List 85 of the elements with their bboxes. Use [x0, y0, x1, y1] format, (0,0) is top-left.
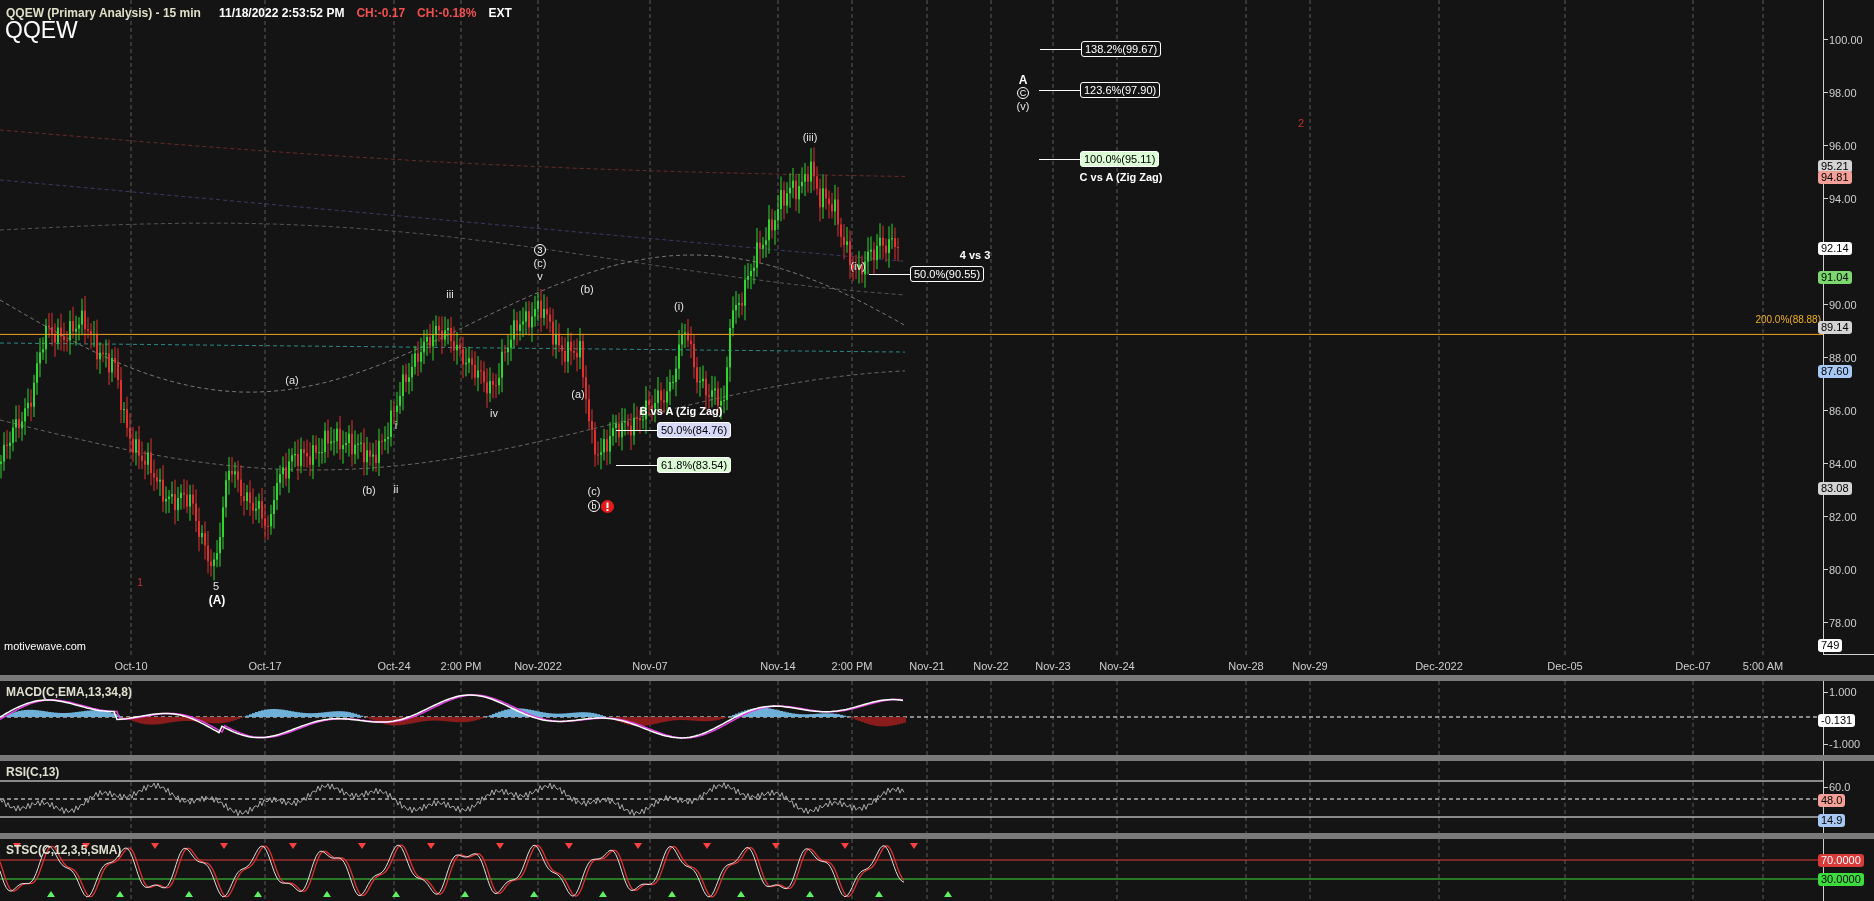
wave-label: 5	[212, 578, 220, 594]
x-axis-label: Dec-07	[1675, 659, 1711, 674]
wave-label: iv	[490, 405, 498, 421]
x-axis-label: 2:00 PM	[440, 659, 482, 674]
wave-label: (a)	[571, 386, 585, 402]
x-axis-label: Nov-14	[760, 659, 796, 674]
price-tag: 89.14	[1818, 321, 1852, 334]
x-axis-label: Nov-29	[1292, 659, 1328, 674]
axis-tick-label: 86.00	[1828, 404, 1857, 417]
axis-tick-label: 100.00	[1828, 33, 1863, 46]
wave-label: (a)	[285, 372, 299, 388]
leader-line	[1040, 48, 1081, 50]
axis-tick-label: 88.00	[1828, 351, 1857, 364]
fib-projection-label: 50.0%(84.76)	[657, 422, 732, 438]
axis-tick-label: 94.00	[1828, 192, 1857, 205]
wave-label: (A)	[208, 592, 226, 609]
wave-label: iii	[446, 286, 454, 302]
indicator-title: MACD(C,EMA,13,34,8)	[6, 684, 133, 701]
extension-label: 200.0%(88.88)	[1755, 313, 1821, 326]
wave-label: i	[394, 417, 398, 433]
wave-label: ii	[393, 481, 399, 497]
leader-line	[616, 464, 657, 466]
x-axis-label: Nov-23	[1035, 659, 1071, 674]
x-axis-label: Nov-22	[973, 659, 1009, 674]
indicator-title: RSI(C,13)	[6, 764, 60, 781]
wave-label: 2	[1297, 115, 1305, 131]
wave-label: (c)	[533, 255, 547, 271]
price-tag: -0.131	[1818, 713, 1856, 727]
session-label: EXT	[488, 5, 512, 22]
axis-tick-label: 80.00	[1828, 563, 1857, 576]
fib-projection-label: 61.8%(83.54)	[657, 457, 732, 473]
wave-annotation: B vs A (Zig Zag)	[639, 403, 723, 419]
leader-line	[1039, 158, 1080, 160]
x-axis-label: Nov-2022	[514, 659, 562, 674]
price-tag: 91.04	[1818, 270, 1852, 284]
price-tag: 92.14	[1818, 241, 1852, 255]
x-axis-label: Oct-24	[377, 659, 411, 674]
wave-label: A	[1018, 72, 1028, 89]
wave-label: (i)	[674, 298, 684, 314]
leader-line	[1039, 89, 1080, 91]
source-label: motivewave.com	[4, 639, 86, 654]
x-axis-label: Nov-07	[632, 659, 668, 674]
x-axis-label: Nov-24	[1099, 659, 1135, 674]
price-tag: 749	[1818, 638, 1843, 652]
x-axis-label: Dec-05	[1547, 659, 1583, 674]
leader-line	[869, 273, 910, 275]
x-axis-label: 5:00 AM	[1742, 659, 1784, 674]
wave-annotation: C vs A (Zig Zag)	[1079, 169, 1163, 185]
price-tag: 48.0	[1818, 793, 1846, 807]
price-tag: 87.60	[1818, 364, 1852, 378]
x-axis-label: Oct-17	[248, 659, 282, 674]
axis-tick-label: 90.00	[1828, 298, 1857, 311]
x-axis-label: Nov-21	[909, 659, 945, 674]
fib-projection-label: 138.2%(99.67)	[1081, 41, 1162, 57]
axis-tick-label: 60.0	[1828, 781, 1851, 793]
fib-projection-label: 100.0%(95.11)	[1080, 151, 1160, 167]
timestamp: 11/18/2022 2:53:52 PM	[218, 5, 345, 22]
wave-annotation: 4 vs 3	[959, 247, 991, 263]
x-axis-label: 2:00 PM	[831, 659, 873, 674]
price-tag: 30.0000	[1818, 872, 1864, 886]
x-axis-label: Dec-2022	[1415, 659, 1463, 674]
wave-label: 1	[136, 574, 144, 590]
axis-tick-label: 82.00	[1828, 510, 1857, 523]
axis-tick-label: 96.00	[1828, 139, 1857, 152]
wave-label: v	[537, 269, 543, 284]
fib-projection-label: 50.0%(90.55)	[910, 266, 985, 282]
wave-label: (iii)	[802, 129, 818, 145]
wave-label: (v)	[1016, 98, 1030, 114]
axis-tick-label: -1.000	[1828, 738, 1861, 750]
leader-line	[616, 429, 657, 431]
price-tag: 83.08	[1818, 481, 1852, 495]
x-axis-label: Oct-10	[114, 659, 148, 674]
wave-label: (c)	[587, 483, 601, 499]
wave-label: (b)	[580, 281, 594, 297]
price-change: CH:-0.17	[356, 5, 406, 22]
axis-tick-label: 98.00	[1828, 86, 1857, 99]
price-tag: 14.9	[1818, 813, 1846, 827]
axis-tick-label: 1.000	[1828, 686, 1857, 698]
axis-tick-label: 78.00	[1828, 616, 1857, 629]
percent-change: CH:-0.18%	[417, 5, 477, 22]
price-tag: 70.0000	[1818, 853, 1864, 867]
wave-label: (b)	[362, 482, 376, 498]
fib-projection-label: 123.6%(97.90)	[1080, 82, 1161, 98]
axis-tick-label: 84.00	[1828, 457, 1857, 470]
x-axis-label: Nov-28	[1228, 659, 1264, 674]
